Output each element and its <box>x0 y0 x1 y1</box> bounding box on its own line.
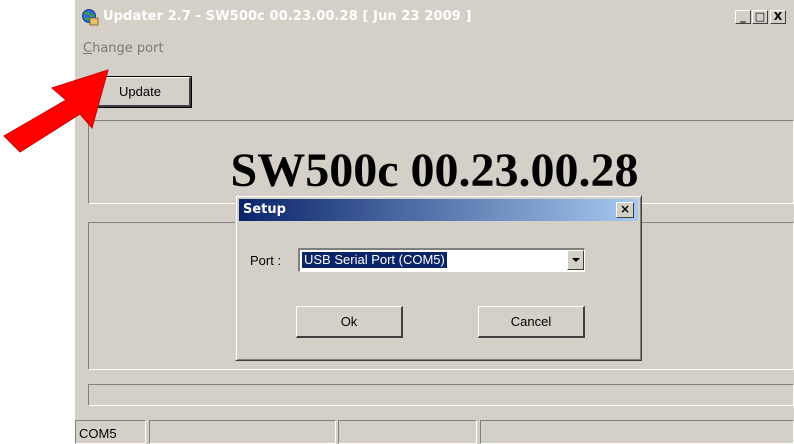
dialog-close-icon[interactable]: × <box>616 202 634 218</box>
firmware-version-text: SW500c 00.23.00.28 <box>230 144 639 197</box>
port-label: Port : <box>250 253 282 268</box>
window-title: Updater 2.7 - SW500c 00.23.00.28 [ Jun 2… <box>103 9 472 24</box>
minimize-button[interactable]: _ <box>735 10 751 24</box>
setup-dialog: Setup × Port : USB Serial Port (COM5) Ok… <box>235 195 642 361</box>
menu-change-port[interactable]: Change port <box>83 41 164 56</box>
app-globe-icon <box>82 9 99 26</box>
cancel-button-label: Cancel <box>510 314 552 329</box>
status-bar: COM5 <box>75 418 794 444</box>
maximize-button[interactable]: □ <box>752 10 768 24</box>
dialog-titlebar[interactable]: Setup × <box>239 199 638 221</box>
window-titlebar[interactable]: Updater 2.7 - SW500c 00.23.00.28 [ Jun 2… <box>75 0 794 34</box>
update-button-label: Update <box>119 84 161 99</box>
close-button[interactable]: X <box>770 10 786 24</box>
status-cell-2 <box>149 420 336 444</box>
port-select-value: USB Serial Port (COM5) <box>301 251 448 269</box>
status-cell-3 <box>338 420 477 444</box>
red-arrow-icon <box>3 69 109 153</box>
menu-bar: Change port <box>75 38 794 60</box>
progress-bar <box>88 384 794 406</box>
status-cell-4 <box>480 420 794 444</box>
cancel-button[interactable]: Cancel <box>478 306 585 338</box>
dialog-title: Setup <box>243 202 286 217</box>
port-select[interactable]: USB Serial Port (COM5) <box>298 248 585 272</box>
ok-button-label: Ok <box>340 314 358 329</box>
chevron-down-icon[interactable] <box>567 250 584 270</box>
ok-button[interactable]: Ok <box>296 306 403 338</box>
status-port: COM5 <box>75 420 146 444</box>
